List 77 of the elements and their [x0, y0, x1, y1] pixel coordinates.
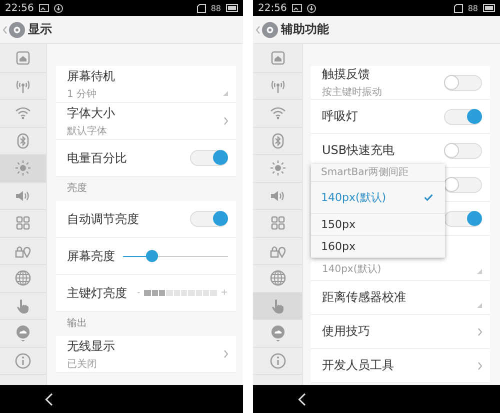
brightness-slider[interactable] — [123, 249, 228, 263]
setting-subtitle: 1 分钟 — [67, 88, 97, 100]
chevron-right-icon — [224, 117, 228, 125]
toggle-switch[interactable] — [444, 108, 482, 124]
battery-icon — [483, 4, 495, 12]
back-button[interactable] — [256, 22, 278, 38]
toggle-switch[interactable] — [444, 210, 482, 226]
toggle-switch[interactable] — [190, 150, 228, 166]
home-icon — [268, 49, 286, 68]
screen-title: 辅助功能 — [281, 21, 329, 38]
chevron-right-icon — [478, 362, 482, 370]
setting-title: 使用技巧 — [322, 323, 370, 340]
setting-title: 呼吸灯 — [322, 108, 358, 125]
image-icon — [292, 4, 302, 12]
globe-icon — [14, 269, 32, 288]
battery-level: 88 — [468, 4, 478, 12]
plus-sign[interactable]: + — [220, 288, 228, 298]
back-button[interactable] — [3, 22, 25, 38]
sun-icon — [268, 159, 286, 178]
minus-sign[interactable]: - — [137, 288, 140, 298]
section-header: 输出 — [66, 316, 88, 331]
globe-icon — [268, 269, 286, 288]
sidebar-item[interactable] — [253, 292, 302, 320]
setting-title: 距离传感器校准 — [322, 289, 406, 306]
setting-title: 无线显示 — [67, 338, 115, 354]
corner-mark-icon — [223, 91, 228, 96]
home-icon — [14, 49, 32, 68]
setting-title: 电量百分比 — [67, 150, 127, 166]
setting-subtitle: 已关闭 — [67, 358, 97, 370]
toggle-switch[interactable] — [190, 211, 228, 227]
chevron-right-icon — [224, 350, 228, 358]
setting-title: 屏幕待机 — [67, 68, 115, 84]
corner-mark-icon — [477, 269, 482, 274]
status-time: 22:56 — [258, 2, 287, 14]
chevron-left-icon — [256, 26, 260, 34]
menu-option[interactable]: 140px(默认) — [311, 182, 445, 214]
status-time: 22:56 — [5, 2, 34, 14]
toggle-switch[interactable] — [444, 142, 482, 158]
sun-icon — [14, 159, 32, 178]
setting-title: 触摸反馈 — [322, 66, 370, 83]
info-icon — [268, 352, 286, 370]
download-icon — [54, 4, 63, 12]
toggle-switch[interactable] — [444, 176, 482, 192]
battery-icon — [226, 4, 238, 12]
gear-icon — [262, 22, 278, 38]
toggle-switch[interactable] — [444, 74, 482, 90]
setting-subtitle: 按主键时振动 — [322, 86, 382, 99]
setting-title: 主键灯亮度 — [67, 284, 127, 302]
chevron-left-icon — [3, 26, 7, 34]
setting-title: 字体大小 — [67, 104, 115, 122]
sim-card-icon — [196, 4, 206, 12]
back-icon[interactable] — [298, 392, 306, 406]
screen-title: 显示 — [28, 21, 52, 38]
corner-mark-icon — [477, 303, 482, 308]
chevron-right-icon — [478, 328, 482, 336]
check-icon — [424, 194, 433, 201]
battery-level: 88 — [210, 4, 221, 12]
download-icon — [306, 4, 316, 12]
sim-card-icon — [454, 4, 463, 12]
menu-option[interactable]: 160px — [311, 236, 445, 258]
setting-title: 自动调节亮度 — [67, 210, 139, 228]
setting-title: 屏幕亮度 — [67, 248, 115, 264]
cloud-pin-icon — [268, 324, 286, 342]
cloud-pin-icon — [14, 324, 32, 342]
info-icon — [14, 352, 32, 370]
setting-subtitle: 140px(默认) — [322, 263, 382, 276]
menu-option[interactable]: 150px — [311, 214, 445, 236]
setting-title: USB快速充电 — [322, 142, 395, 159]
setting-subtitle: 默认字体 — [67, 124, 107, 138]
setting-title: 开发人员工具 — [322, 357, 394, 374]
gear-icon — [9, 22, 25, 38]
image-icon — [38, 4, 49, 12]
grid-icon — [14, 214, 32, 232]
section-header: 亮度 — [66, 182, 88, 196]
grid-icon — [268, 214, 286, 232]
back-icon[interactable] — [45, 392, 53, 406]
sidebar-item[interactable] — [0, 155, 46, 182]
